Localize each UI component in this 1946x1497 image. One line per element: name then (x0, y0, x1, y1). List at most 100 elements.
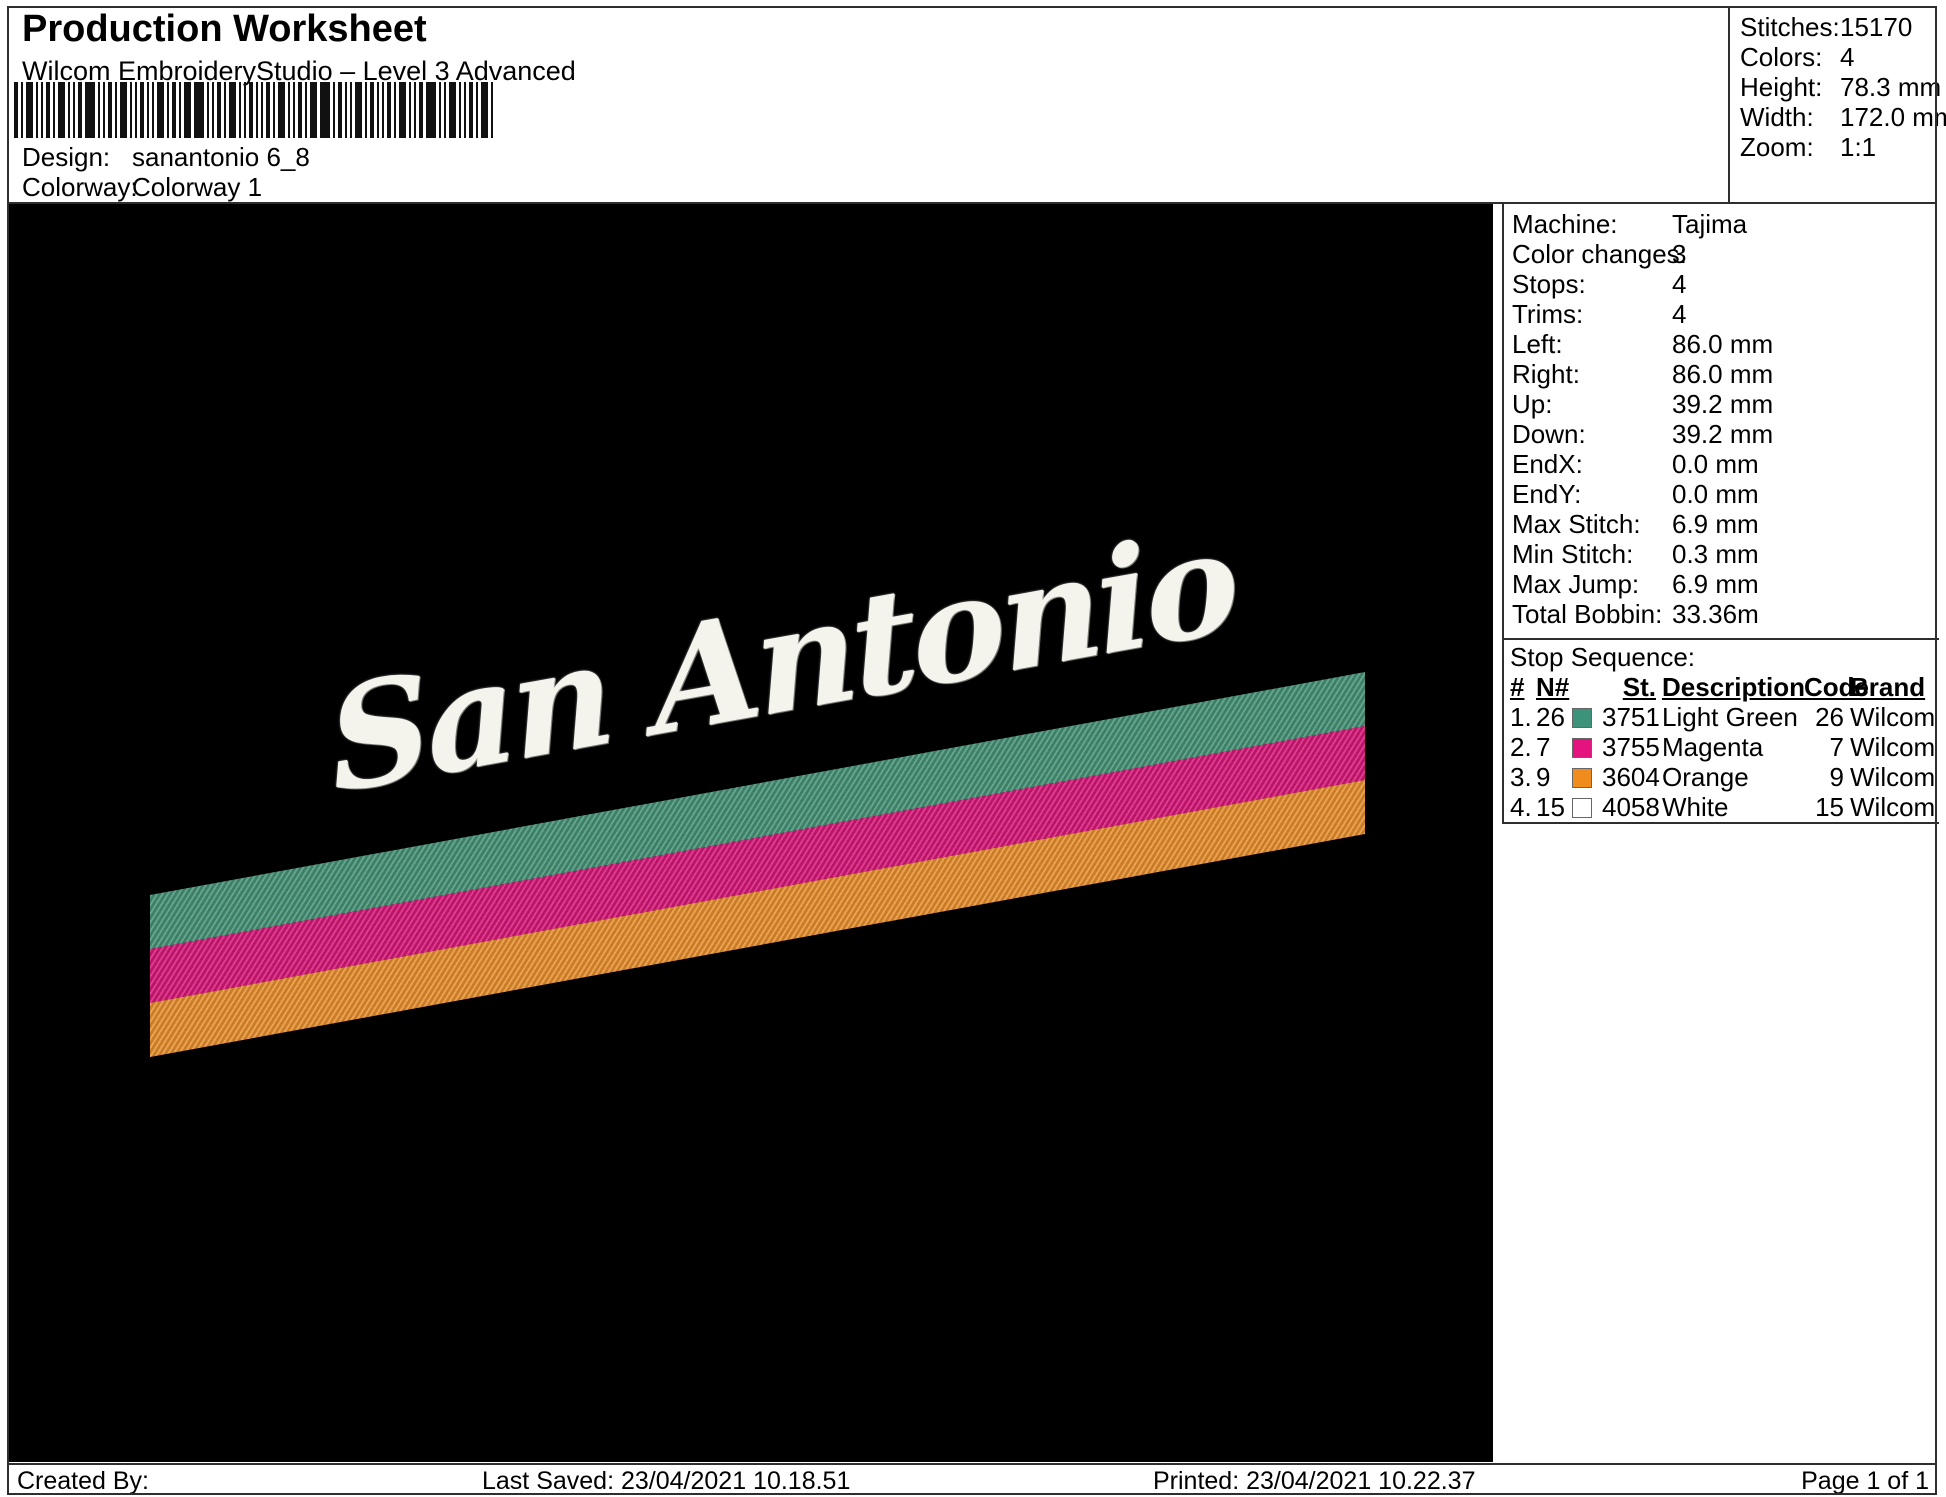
machine-info-row: EndX:0.0 mm (1512, 449, 1939, 479)
stop-row-brand: Wilcom (1850, 732, 1928, 762)
stop-row-needle: 15 (1536, 792, 1572, 822)
machine-info-value: Tajima (1672, 209, 1747, 239)
stop-row-stitch-code: 3755 (1602, 732, 1662, 762)
barcode-bar (36, 82, 38, 138)
barcode-bar (172, 82, 176, 138)
machine-info-value: 6.9 mm (1672, 569, 1759, 599)
barcode-bar (135, 82, 137, 138)
thread-color-swatch (1572, 768, 1592, 788)
created-by-label: Created By: (17, 1467, 149, 1496)
stop-row-description: Orange (1662, 762, 1804, 792)
barcode-bar (194, 82, 204, 138)
machine-info-value: 39.2 mm (1672, 389, 1773, 419)
machine-info-label: Max Stitch: (1512, 509, 1641, 539)
barcode-bar (217, 82, 221, 138)
machine-info-label: EndX: (1512, 449, 1583, 479)
design-value: sanantonio 6_8 (132, 142, 310, 173)
stat-label: Stitches: (1740, 12, 1840, 42)
stop-row-stitch-code: 3751 (1602, 702, 1662, 732)
stop-row-num: 1. (1510, 702, 1536, 732)
stat-value: 1:1 (1840, 132, 1876, 162)
design-canvas: San Antonio (9, 204, 1493, 1462)
machine-info-label: Max Jump: (1512, 569, 1639, 599)
barcode-bar (266, 82, 270, 138)
barcode-bar (249, 82, 253, 138)
col-num: # (1510, 672, 1536, 702)
barcode-bar (365, 82, 367, 138)
stat-row: Colors:4 (1730, 42, 1937, 72)
barcode-bar (224, 82, 226, 138)
barcode-bar (382, 82, 384, 138)
barcode-bar (41, 82, 43, 138)
thread-color-swatch (1572, 738, 1592, 758)
machine-info-label: Left: (1512, 329, 1563, 359)
stop-table-row: 2.73755Magenta7Wilcom (1510, 732, 1939, 762)
stop-row-code: 26 (1804, 702, 1850, 732)
stop-row-description: Magenta (1662, 732, 1804, 762)
barcode-bar (21, 82, 23, 138)
thread-color-swatch (1572, 708, 1592, 728)
barcode-bar (78, 82, 82, 138)
machine-info-label: Total Bobbin: (1512, 599, 1662, 629)
barcode-bar (491, 82, 493, 138)
footer: Created By: Last Saved: 23/04/2021 10.18… (9, 1463, 1937, 1495)
stat-label: Width: (1740, 102, 1814, 132)
barcode-bar (355, 82, 362, 138)
machine-info-value: 4 (1672, 299, 1686, 329)
machine-info-label: Trims: (1512, 299, 1583, 329)
design-barcode (14, 82, 562, 138)
barcode-bar (459, 82, 461, 138)
barcode-bar (147, 82, 149, 138)
barcode-bar (273, 82, 275, 138)
machine-info-row: Max Stitch: 6.9 mm (1512, 509, 1939, 539)
barcode-bar (212, 82, 214, 138)
barcode-bar (53, 82, 55, 138)
machine-info-label: Machine: (1512, 209, 1618, 239)
colorway-label: Colorway: (22, 172, 138, 202)
production-worksheet-page: Production Worksheet Wilcom EmbroiderySt… (0, 0, 1946, 1497)
stop-row-needle: 7 (1536, 732, 1572, 762)
machine-info-row: Max Jump: 6.9 mm (1512, 569, 1939, 599)
machine-info-row: EndY:0.0 mm (1512, 479, 1939, 509)
barcode-bar (207, 82, 209, 138)
barcode-bar (261, 82, 263, 138)
design-label: Design: (22, 142, 110, 172)
barcode-bar (449, 82, 456, 138)
machine-info-row: Color changes:3 (1512, 239, 1939, 269)
machine-info-row: Trims: 4 (1512, 299, 1939, 329)
machine-info-label: Min Stitch: (1512, 539, 1633, 569)
stat-label: Colors: (1740, 42, 1822, 72)
stop-row-brand: Wilcom (1850, 762, 1928, 792)
barcode-bar (476, 82, 478, 138)
last-saved-text: Last Saved: 23/04/2021 10.18.51 (482, 1467, 850, 1496)
barcode-bar (152, 82, 154, 138)
stat-value: 172.0 mm (1840, 102, 1946, 132)
machine-info-row: Right:86.0 mm (1512, 359, 1939, 389)
machine-info-row: Machine: Tajima (1512, 209, 1939, 239)
stop-row-description: Light Green (1662, 702, 1804, 732)
machine-info-value: 86.0 mm (1672, 359, 1773, 389)
barcode-bar (140, 82, 144, 138)
barcode-bar (469, 82, 473, 138)
printed-text: Printed: 23/04/2021 10.22.37 (1153, 1467, 1476, 1496)
barcode-bar (103, 82, 105, 138)
stop-row-stitch-code: 3604 (1602, 762, 1662, 792)
barcode-bar (298, 82, 302, 138)
machine-info-label: Up: (1512, 389, 1552, 419)
machine-info-value: 86.0 mm (1672, 329, 1773, 359)
machine-info-value: 4 (1672, 269, 1686, 299)
machine-info-value: 0.3 mm (1672, 539, 1759, 569)
barcode-bar (439, 82, 441, 138)
barcode-bar (115, 82, 117, 138)
stop-row-needle: 9 (1536, 762, 1572, 792)
barcode-bar (26, 82, 33, 138)
stop-row-brand: Wilcom (1850, 792, 1928, 822)
barcode-bar (288, 82, 290, 138)
machine-info-value: 6.9 mm (1672, 509, 1759, 539)
stop-table-row: 1.263751Light Green26Wilcom (1510, 702, 1939, 732)
machine-info-row: Down:39.2 mm (1512, 419, 1939, 449)
stat-value: 15170 (1840, 12, 1912, 42)
barcode-bar (14, 82, 18, 138)
barcode-bar (464, 82, 466, 138)
stat-label: Zoom: (1740, 132, 1814, 162)
